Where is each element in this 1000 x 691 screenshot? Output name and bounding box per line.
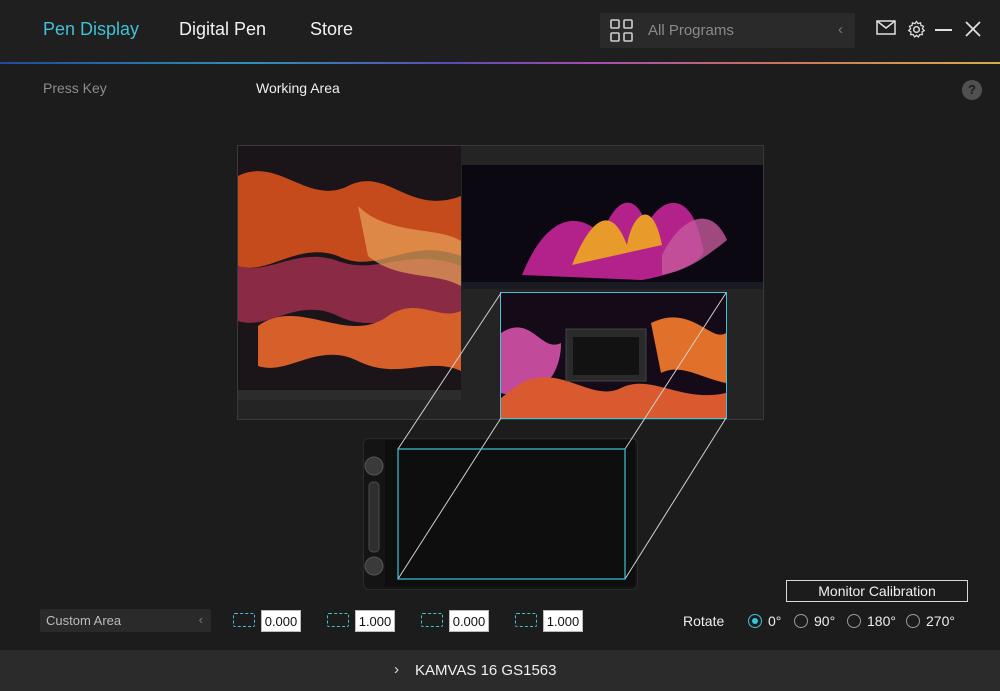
area-mode-dropdown[interactable]: Custom Area ‹ (40, 609, 211, 632)
monitor-calibration-button[interactable]: Monitor Calibration (786, 580, 968, 602)
rotate-180-radio[interactable] (847, 614, 861, 628)
chevron-left-icon: ‹ (198, 612, 203, 627)
rotate-90-radio[interactable] (794, 614, 808, 628)
rotate-270-label: 270° (926, 613, 955, 629)
rotate-label: Rotate (683, 613, 725, 629)
area-left-input[interactable]: 0.000 (261, 610, 301, 632)
area-mode-label: Custom Area (46, 613, 122, 628)
device-name: KAMVAS 16 GS1563 (415, 662, 557, 679)
area-top-icon (421, 613, 443, 627)
rotate-270-radio[interactable] (906, 614, 920, 628)
device-bar[interactable]: › KAMVAS 16 GS1563 (0, 650, 1000, 691)
chevron-right-icon: › (394, 661, 399, 678)
rotate-0-label: 0° (768, 613, 782, 629)
area-top-input[interactable]: 0.000 (449, 610, 489, 632)
area-right-icon (327, 613, 349, 627)
rotate-0-radio[interactable] (748, 614, 762, 628)
area-bottom-icon (515, 613, 537, 627)
rotate-180-label: 180° (867, 613, 896, 629)
area-right-input[interactable]: 1.000 (355, 610, 395, 632)
area-bottom-input[interactable]: 1.000 (543, 610, 583, 632)
area-left-icon (233, 613, 255, 627)
rotate-90-label: 90° (814, 613, 836, 629)
